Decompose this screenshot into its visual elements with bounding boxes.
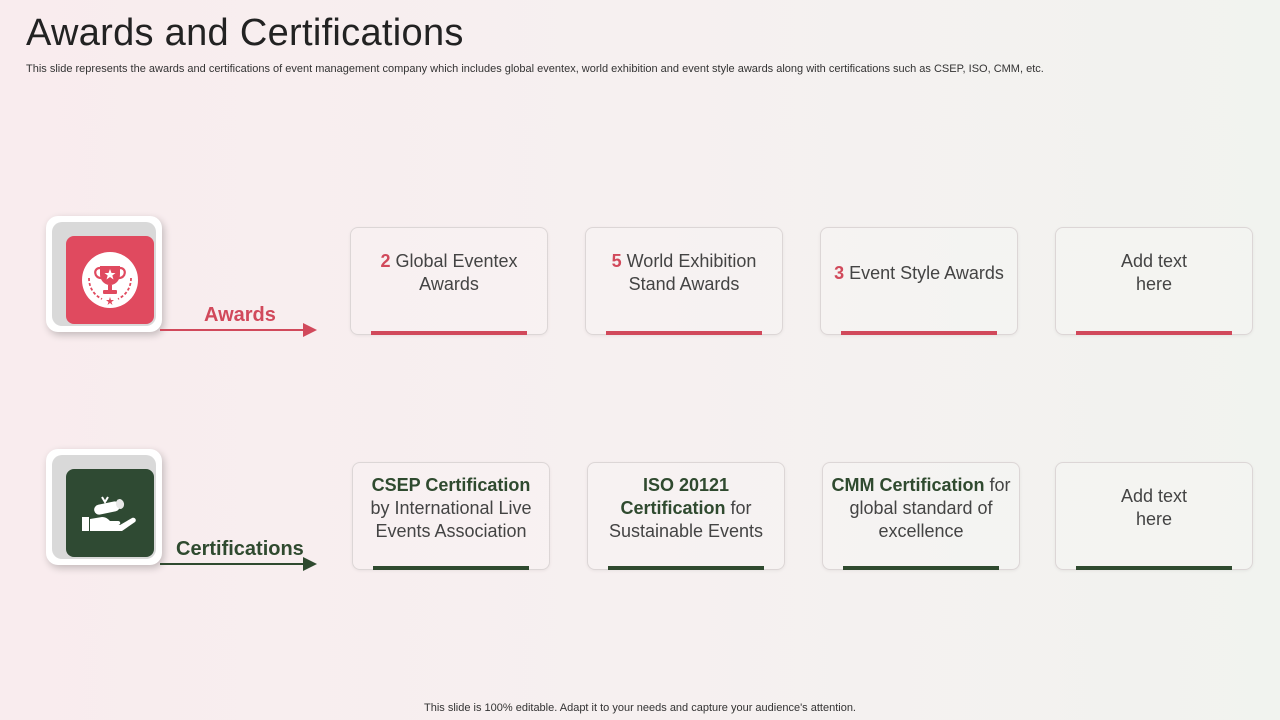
- award-card-1-bar: [371, 331, 527, 335]
- cert-card-4: Add text here: [1055, 462, 1253, 570]
- trophy-icon: [82, 252, 138, 308]
- page-title: Awards and Certifications: [26, 12, 464, 54]
- award-card-4: Add text here: [1055, 227, 1253, 335]
- cert-card-2: ISO 20121 Certification for Sustainable …: [587, 462, 785, 570]
- cert-card-2-highlight: ISO 20121 Certification: [620, 474, 730, 518]
- cert-card-2-bar: [608, 566, 764, 570]
- page-subtitle: This slide represents the awards and cer…: [26, 63, 1044, 75]
- awards-icon-box: [46, 216, 162, 332]
- award-card-2-text: World Exhibition Stand Awards: [621, 251, 757, 294]
- cert-card-1-text: by International Live Events Association: [370, 497, 532, 541]
- award-card-1: 2 Global Eventex Awards: [350, 227, 548, 335]
- cert-card-3-highlight: CMM Certification: [831, 474, 985, 495]
- cert-card-1-bar: [373, 566, 529, 570]
- cert-card-4-bar: [1076, 566, 1232, 570]
- cert-card-3: CMM Certification for global standard of…: [822, 462, 1020, 570]
- awards-arrow: [160, 323, 317, 337]
- footer-note: This slide is 100% editable. Adapt it to…: [424, 702, 856, 714]
- cert-card-1-highlight: CSEP Certification: [371, 474, 531, 495]
- awards-label: Awards: [204, 304, 276, 326]
- certifications-label: Certifications: [176, 538, 304, 560]
- cert-card-1: CSEP Certification by International Live…: [352, 462, 550, 570]
- award-card-4-text: Add text here: [1120, 251, 1188, 294]
- certifications-icon-box: [46, 449, 162, 565]
- award-card-3: 3 Event Style Awards: [820, 227, 1018, 335]
- certificate-hand-icon: [82, 496, 136, 531]
- award-card-3-bar: [841, 331, 997, 335]
- award-card-2: 5 World Exhibition Stand Awards: [585, 227, 783, 335]
- award-card-4-bar: [1076, 331, 1232, 335]
- award-card-3-highlight: 3: [834, 262, 845, 283]
- award-card-2-bar: [606, 331, 762, 335]
- award-card-1-text: Global Eventex Awards: [390, 251, 518, 294]
- award-card-2-highlight: 5: [611, 251, 622, 271]
- award-card-1-highlight: 2: [380, 251, 391, 271]
- cert-card-4-text: Add text here: [1120, 486, 1188, 529]
- award-card-3-text: Event Style Awards: [844, 262, 1004, 283]
- cert-card-3-bar: [843, 566, 999, 570]
- certifications-arrow: [160, 557, 317, 571]
